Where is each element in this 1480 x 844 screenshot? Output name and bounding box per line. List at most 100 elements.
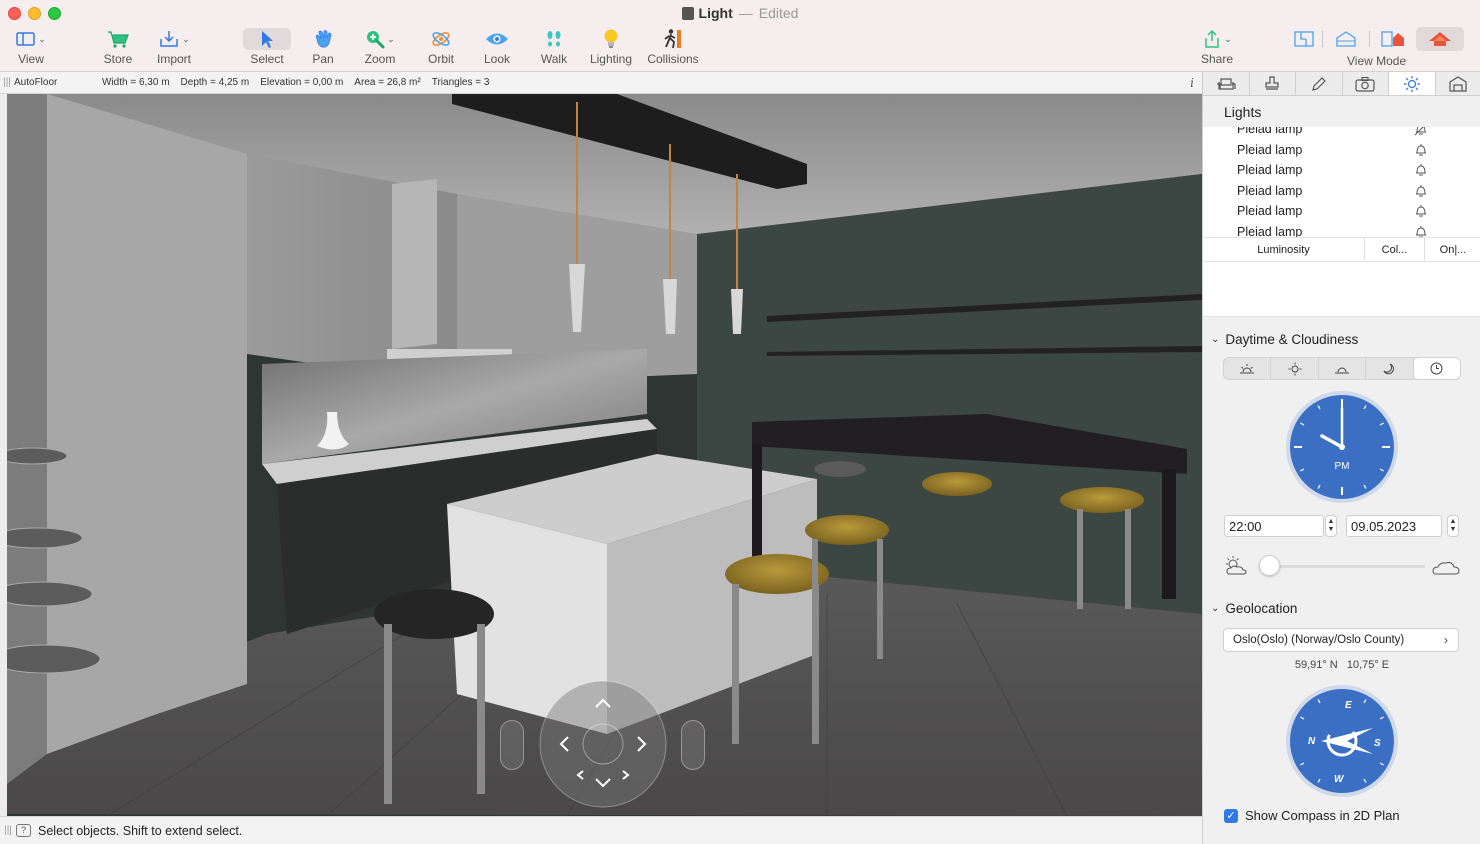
- view-mode-label: View Mode: [1347, 54, 1407, 68]
- light-name: Pleiad lamp: [1237, 127, 1303, 137]
- lamp-off-icon[interactable]: [1413, 127, 1429, 136]
- plan-view-mode-button[interactable]: [1286, 30, 1322, 48]
- light-name: Pleiad lamp: [1237, 204, 1303, 219]
- drag-grip-icon[interactable]: |||: [0, 825, 16, 836]
- list-item[interactable]: Pleiad lamp: [1203, 201, 1480, 222]
- lamp-icon[interactable]: [1413, 143, 1429, 157]
- tab-lighting[interactable]: [1389, 72, 1436, 95]
- noon-segment[interactable]: [1271, 358, 1319, 379]
- cloudiness-slider-track[interactable]: [1261, 565, 1425, 568]
- orbit-icon: [430, 28, 452, 50]
- time-stepper[interactable]: ▲ ▼: [1325, 515, 1337, 537]
- show-compass-checkbox[interactable]: ✓: [1224, 808, 1238, 823]
- navigation-joystick[interactable]: [538, 679, 668, 809]
- walk-label: Walk: [540, 52, 568, 66]
- lighting-label: Lighting: [589, 52, 633, 66]
- orbit-label: Orbit: [427, 52, 454, 66]
- daytime-section-header[interactable]: ⌄ Daytime & Cloudiness: [1211, 332, 1358, 347]
- selection-info-bar: ||| AutoFloor Width = 6,30 m Depth = 4,2…: [0, 72, 1202, 94]
- look-label: Look: [483, 52, 511, 66]
- select-button[interactable]: Select: [238, 28, 296, 70]
- column-luminosity[interactable]: Luminosity: [1203, 238, 1365, 261]
- minimize-window-button[interactable]: [28, 7, 41, 20]
- orbit-button[interactable]: Orbit: [412, 28, 470, 70]
- sunset-segment[interactable]: [1319, 358, 1367, 379]
- import-button[interactable]: ⌄ Import: [145, 28, 203, 70]
- collisions-button[interactable]: Collisions: [644, 28, 702, 70]
- document-icon: [681, 7, 694, 20]
- side-view-mode-button[interactable]: [1370, 30, 1416, 48]
- cloudiness-slider-knob[interactable]: [1259, 555, 1280, 576]
- tab-edit[interactable]: [1296, 72, 1343, 95]
- pencil-icon: [1311, 76, 1326, 91]
- footprints-icon: [544, 28, 564, 50]
- import-icon: ⌄: [158, 28, 190, 50]
- list-item[interactable]: Pleiad lamp: [1203, 181, 1480, 202]
- lamp-icon[interactable]: [1413, 184, 1429, 198]
- tab-building[interactable]: [1436, 72, 1480, 95]
- night-segment[interactable]: [1366, 358, 1414, 379]
- inspector-tabs: [1203, 72, 1480, 96]
- 3d-view-mode-button[interactable]: [1416, 27, 1464, 51]
- compass-dial[interactable]: N E S W: [1285, 684, 1399, 798]
- tab-camera[interactable]: [1343, 72, 1389, 95]
- zoom-button[interactable]: ⌄ Zoom: [351, 28, 409, 70]
- share-icon: ⌄: [1202, 28, 1232, 50]
- zoom-window-button[interactable]: [48, 7, 61, 20]
- lamp-icon[interactable]: [1413, 163, 1429, 177]
- pan-label: Pan: [312, 52, 334, 66]
- clock-ampm-label: PM: [1335, 461, 1350, 472]
- tilt-up-down-control[interactable]: [681, 720, 705, 770]
- close-window-button[interactable]: [8, 7, 21, 20]
- elevation-up-down-control[interactable]: [500, 720, 524, 770]
- walk-button[interactable]: Walk: [525, 28, 583, 70]
- date-stepper[interactable]: ▲ ▼: [1447, 515, 1459, 537]
- pointer-arrow-icon: [243, 28, 291, 50]
- share-button[interactable]: ⌄ Share: [1188, 28, 1246, 70]
- column-color[interactable]: Col...: [1365, 238, 1425, 261]
- sunset-icon: [1335, 367, 1350, 373]
- daytime-section-title: Daytime & Cloudiness: [1225, 332, 1359, 347]
- sunrise-segment[interactable]: [1224, 358, 1272, 379]
- column-on[interactable]: On|...: [1425, 238, 1480, 261]
- light-name: Pleiad lamp: [1237, 163, 1303, 178]
- help-bubble-icon: ?: [16, 824, 31, 837]
- show-compass-checkbox-row[interactable]: ✓ Show Compass in 2D Plan: [1224, 808, 1400, 823]
- list-item[interactable]: Pleiad lamp: [1203, 127, 1480, 140]
- list-item[interactable]: Pleiad lamp: [1203, 140, 1480, 161]
- chevron-right-icon: ›: [1444, 633, 1448, 647]
- tab-furniture[interactable]: [1203, 72, 1250, 95]
- drag-grip-icon[interactable]: |||: [0, 77, 14, 88]
- time-field[interactable]: 22:00: [1224, 515, 1324, 537]
- 3d-viewport[interactable]: [7, 94, 1202, 816]
- lamp-icon[interactable]: [1413, 225, 1429, 238]
- store-button[interactable]: Store: [89, 28, 147, 70]
- date-field[interactable]: 09.05.2023: [1346, 515, 1442, 537]
- sun-icon: [1288, 362, 1302, 375]
- look-button[interactable]: Look: [468, 28, 526, 70]
- view-label: View: [18, 52, 44, 66]
- tab-materials[interactable]: [1250, 72, 1296, 95]
- lights-empty-area: [1203, 262, 1480, 317]
- info-elevation: Elevation = 0,00 m: [260, 77, 344, 88]
- lighting-button[interactable]: Lighting: [582, 28, 640, 70]
- clock-icon: [1430, 362, 1443, 375]
- list-item[interactable]: Pleiad lamp: [1203, 160, 1480, 181]
- geolocation-section-header[interactable]: ⌄ Geolocation: [1211, 601, 1297, 616]
- custom-time-segment[interactable]: [1413, 358, 1460, 379]
- status-text: Select objects. Shift to extend select.: [38, 823, 243, 838]
- time-clock-dial[interactable]: PM: [1285, 390, 1399, 504]
- building-icon: [1449, 75, 1467, 92]
- camera-icon: [1355, 76, 1375, 92]
- pan-button[interactable]: Pan: [294, 28, 352, 70]
- view-button[interactable]: ⌄ View: [2, 28, 60, 70]
- location-select[interactable]: Oslo(Oslo) (Norway/Oslo County) ›: [1223, 628, 1459, 652]
- lights-list[interactable]: Pleiad lamp Pleiad lamp Pleiad lamp Plei…: [1203, 127, 1480, 237]
- split-view-mode-button[interactable]: [1323, 30, 1369, 48]
- title-toolbar: Light — Edited ⌄ View Store ⌄ Import Selec…: [0, 0, 1480, 72]
- list-item[interactable]: Pleiad lamp: [1203, 222, 1480, 238]
- info-icon[interactable]: i: [1190, 76, 1194, 90]
- cloudy-icon: [1432, 562, 1460, 575]
- sunrise-icon: [1240, 363, 1255, 373]
- lamp-icon[interactable]: [1413, 204, 1429, 218]
